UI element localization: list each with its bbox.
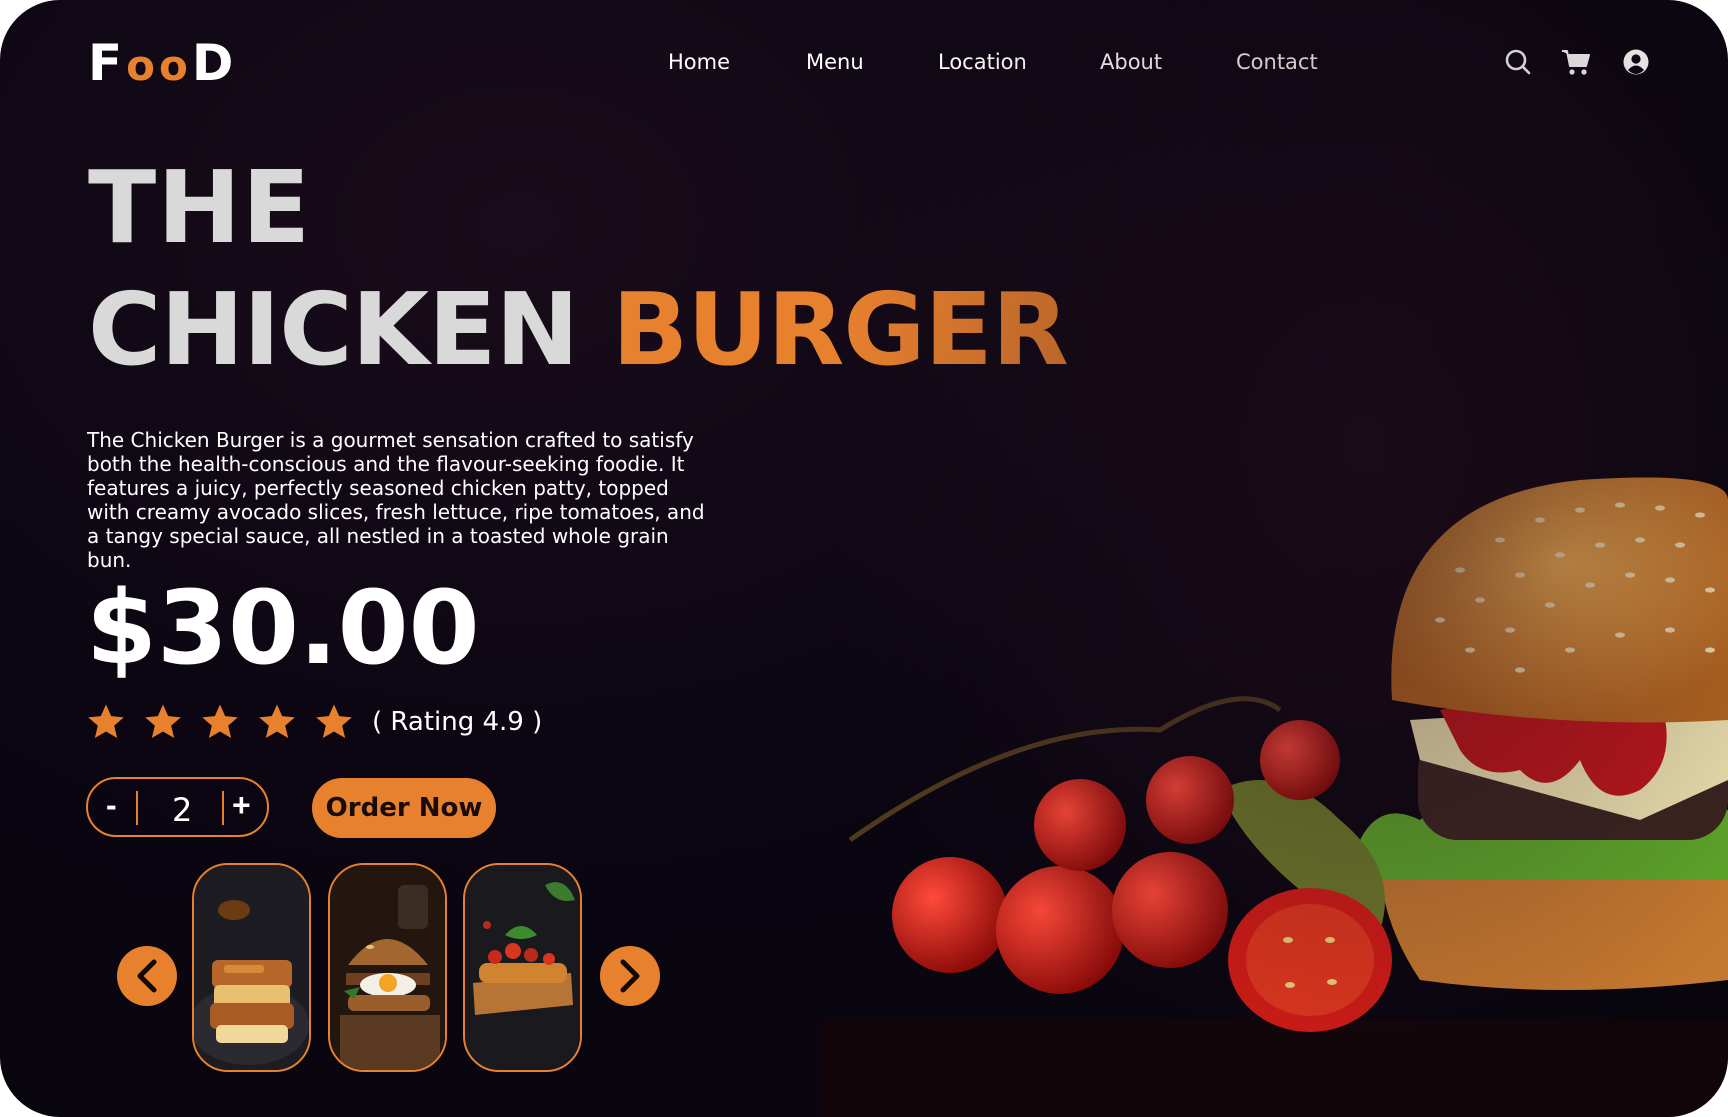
cart-icon[interactable]	[1561, 48, 1591, 81]
headline-burger: BURGER	[612, 271, 1069, 388]
headline-line-2: CHICKEN BURGER	[88, 280, 1069, 380]
product-description: The Chicken Burger is a gourmet sensatio…	[87, 428, 705, 572]
rating-text: ( Rating 4.9 )	[372, 707, 543, 737]
star-icon	[88, 704, 124, 738]
hero-card: FooD Home Menu Location About Contact TH…	[0, 0, 1728, 1117]
nav-home[interactable]: Home	[668, 50, 730, 74]
headline-chicken: CHICKEN	[88, 271, 579, 388]
nav-contact[interactable]: Contact	[1236, 50, 1318, 74]
chevron-left-icon	[137, 959, 157, 993]
logo-letter-d: D	[191, 34, 238, 92]
quantity-value[interactable]: 2	[172, 791, 192, 829]
logo-letters-oo: oo	[126, 41, 192, 90]
quantity-increase-button[interactable]: +	[232, 787, 251, 824]
bruschetta-image	[465, 865, 580, 1070]
chevron-right-icon	[620, 959, 640, 993]
quantity-decrease-button[interactable]: -	[106, 787, 117, 824]
star-icon	[316, 704, 352, 738]
quantity-stepper: - 2 +	[86, 777, 269, 837]
rating-row: ( Rating 4.9 )	[86, 702, 542, 742]
search-icon[interactable]	[1504, 48, 1532, 81]
nav-location[interactable]: Location	[938, 50, 1027, 74]
stepper-divider	[136, 791, 138, 825]
nav-menu[interactable]: Menu	[806, 50, 864, 74]
product-price: $30.00	[86, 569, 480, 688]
french-toast-image	[194, 865, 309, 1070]
stepper-divider	[222, 791, 224, 825]
carousel-item-bruschetta[interactable]	[463, 863, 582, 1072]
carousel-next-button[interactable]	[600, 946, 660, 1006]
order-now-button[interactable]: Order Now	[312, 778, 496, 838]
headline-line-1: THE	[88, 149, 312, 266]
chicken-burger-image	[820, 477, 1728, 1117]
star-icon	[202, 704, 238, 738]
carousel-prev-button[interactable]	[117, 946, 177, 1006]
brand-logo[interactable]: FooD	[88, 34, 237, 92]
egg-burger-image	[330, 865, 445, 1070]
logo-letter-f: F	[88, 34, 127, 92]
carousel-item-egg-burger[interactable]	[328, 863, 447, 1072]
nav-about[interactable]: About	[1100, 50, 1162, 74]
star-icon	[259, 704, 295, 738]
carousel-item-french-toast[interactable]	[192, 863, 311, 1072]
user-account-icon[interactable]	[1622, 48, 1650, 81]
star-icon	[145, 704, 181, 738]
